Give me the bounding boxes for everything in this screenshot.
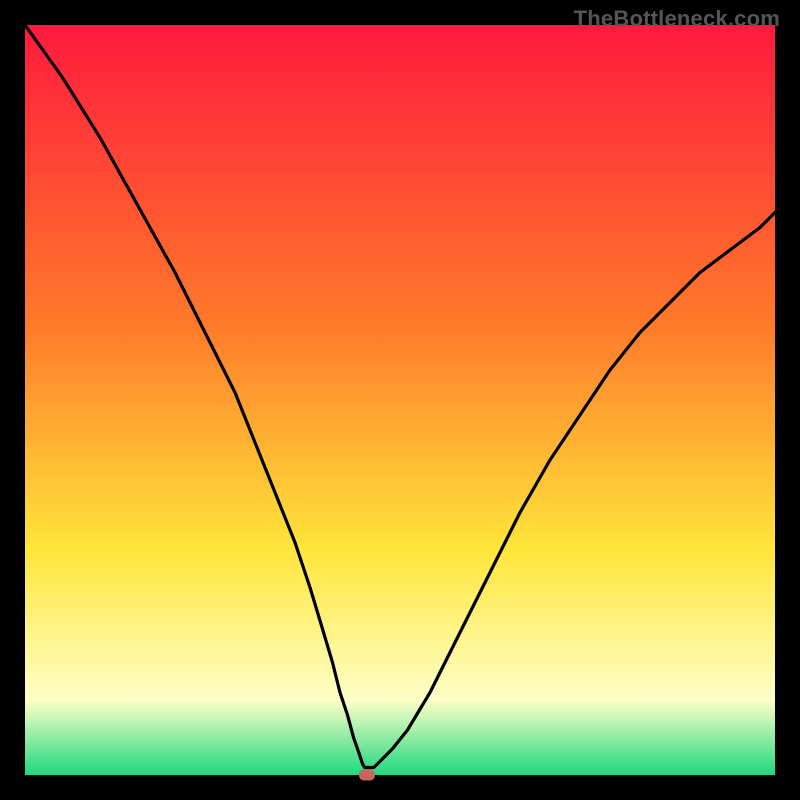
- chart-frame: TheBottleneck.com: [0, 0, 800, 800]
- plot-area: [25, 25, 775, 775]
- watermark-text: TheBottleneck.com: [574, 6, 780, 32]
- gradient-background: [25, 25, 775, 775]
- plot-svg: [25, 25, 775, 775]
- minimum-marker: [359, 770, 375, 781]
